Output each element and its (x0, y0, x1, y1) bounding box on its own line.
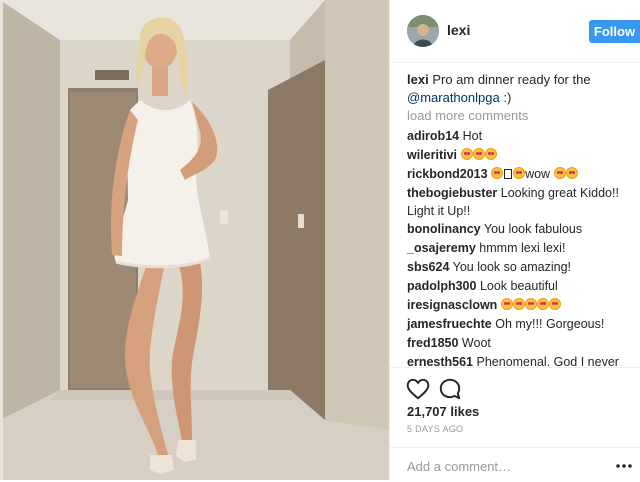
photo-image (0, 0, 390, 480)
post-photo[interactable] (0, 0, 390, 480)
avatar-image (407, 15, 439, 47)
comment-text: You look fabulous (483, 222, 583, 236)
heart-icon[interactable] (405, 376, 431, 402)
heart-eyes-emoji-icon (460, 148, 497, 162)
comment-item: thebogiebuster Looking great Kiddo!! Lig… (407, 184, 632, 220)
comment-item: iresignasclown (407, 296, 632, 314)
comment-item: bonolinancy You look fabulous (407, 220, 632, 238)
comment-bubble-icon[interactable] (437, 376, 463, 402)
comment-username[interactable]: iresignasclown (407, 298, 497, 312)
post-caption: lexi Pro am dinner ready for the @marath… (407, 71, 632, 107)
comment-text: Look beautiful (479, 279, 558, 293)
comment-username[interactable]: thebogiebuster (407, 186, 497, 200)
comment-username[interactable]: jamesfruechte (407, 317, 492, 331)
comment-text: Woot (461, 336, 491, 350)
follow-button[interactable]: Follow (589, 20, 640, 43)
comment-item: sbs624 You look so amazing! (407, 258, 632, 276)
caption-mention[interactable]: @marathonlpga (407, 90, 500, 105)
comment-username[interactable]: bonolinancy (407, 222, 481, 236)
comment-username[interactable]: fred1850 (407, 336, 458, 350)
caption-text: Pro am dinner ready for the (432, 72, 591, 87)
comment-username[interactable]: adirob14 (407, 129, 459, 143)
load-more-comments-link[interactable]: load more comments (407, 108, 528, 123)
comment-item: _osajeremy hmmm lexi lexi! (407, 239, 632, 257)
header-username[interactable]: lexi (447, 22, 470, 38)
emoji-icon (491, 167, 526, 181)
post-details-panel: lexi Follow lexi Pro am dinner ready for… (390, 0, 640, 480)
caption-username[interactable]: lexi (407, 72, 429, 87)
comments-list[interactable]: lexi Pro am dinner ready for the @marath… (390, 62, 640, 367)
comment-username[interactable]: rickbond2013 (407, 167, 488, 181)
comment-item: wileritivi (407, 146, 632, 164)
comment-text: Oh my!!! Gorgeous! (495, 317, 605, 331)
comment-item: jamesfruechte Oh my!!! Gorgeous! (407, 315, 632, 333)
post-timestamp: 5 DAYS AGO (407, 424, 464, 434)
add-comment-input[interactable] (405, 455, 609, 477)
avatar[interactable] (407, 15, 439, 47)
comment-text: wow (525, 167, 551, 181)
more-options-icon[interactable] (614, 456, 634, 476)
post-actions: 21,707 likes 5 DAYS AGO (390, 367, 640, 481)
photo-left-edge (0, 0, 3, 480)
comment-item: rickbond2013 wow (407, 165, 632, 183)
comment-text: You look so amazing! (452, 260, 572, 274)
comment-username[interactable]: padolph300 (407, 279, 476, 293)
comment-username[interactable]: wileritivi (407, 148, 457, 162)
heart-eyes-emoji-icon (500, 298, 561, 312)
caption-suffix: :) (503, 90, 512, 105)
likes-count[interactable]: 21,707 likes (407, 404, 479, 419)
comment-item: fred1850 Woot (407, 334, 632, 352)
comment-item: adirob14 Hot (407, 127, 632, 145)
add-comment-bar (390, 447, 640, 482)
comment-username[interactable]: sbs624 (407, 260, 449, 274)
comment-username[interactable]: _osajeremy (407, 241, 476, 255)
comment-text: Hot (462, 129, 483, 143)
post-header: lexi Follow (390, 0, 640, 63)
comment-item: padolph300 Look beautiful (407, 277, 632, 295)
comment-username[interactable]: ernesth561 (407, 355, 473, 367)
comment-text: hmmm lexi lexi! (479, 241, 566, 255)
comment-item: ernesth561 Phenomenal. God I never had (407, 353, 632, 367)
heart-eyes-emoji-icon (553, 167, 578, 181)
